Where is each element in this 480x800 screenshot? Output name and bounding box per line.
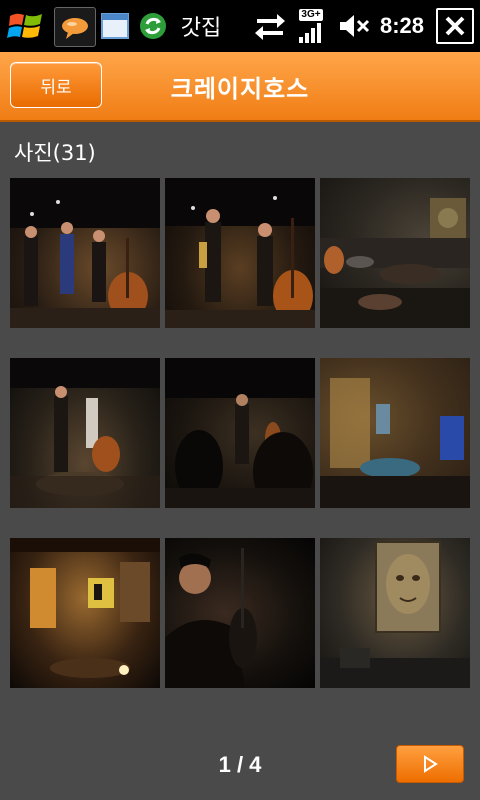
active-app-name: 갓집 (180, 16, 222, 41)
photo-thumbnail[interactable] (165, 538, 315, 688)
play-next-icon (424, 755, 438, 773)
data-transfer-icon (250, 6, 290, 46)
clock: 8:28 (379, 13, 425, 38)
photo-thumbnail[interactable] (165, 358, 315, 508)
photo-grid (10, 178, 470, 688)
close-icon[interactable] (436, 8, 474, 44)
page-indicator: 1 / 4 (218, 752, 262, 777)
photo-count-title: 사진(31) (14, 141, 96, 165)
window-app-icon[interactable] (98, 6, 132, 46)
network-type-label: 3G+ (299, 9, 323, 21)
status-bar: 갓집 3G+ 8:28 (0, 0, 480, 52)
back-button[interactable]: 뒤로 (10, 62, 102, 108)
next-page-button[interactable] (396, 745, 464, 783)
chat-app-icon[interactable] (54, 7, 96, 47)
page-title: 크레이지호스 (170, 74, 310, 103)
photo-thumbnail[interactable] (10, 178, 160, 328)
photo-thumbnail[interactable] (10, 358, 160, 508)
photo-thumbnail[interactable] (320, 538, 470, 688)
photo-thumbnail[interactable] (320, 178, 470, 328)
sync-app-icon[interactable] (136, 6, 170, 46)
photo-thumbnail[interactable] (320, 358, 470, 508)
photo-thumbnail[interactable] (165, 178, 315, 328)
title-header: 뒤로 크레이지호스 (0, 52, 480, 122)
windows-start-icon[interactable] (4, 6, 48, 46)
speaker-muted-icon[interactable] (336, 6, 372, 46)
signal-icon: 3G+ (294, 6, 328, 46)
photo-thumbnail[interactable] (10, 538, 160, 688)
